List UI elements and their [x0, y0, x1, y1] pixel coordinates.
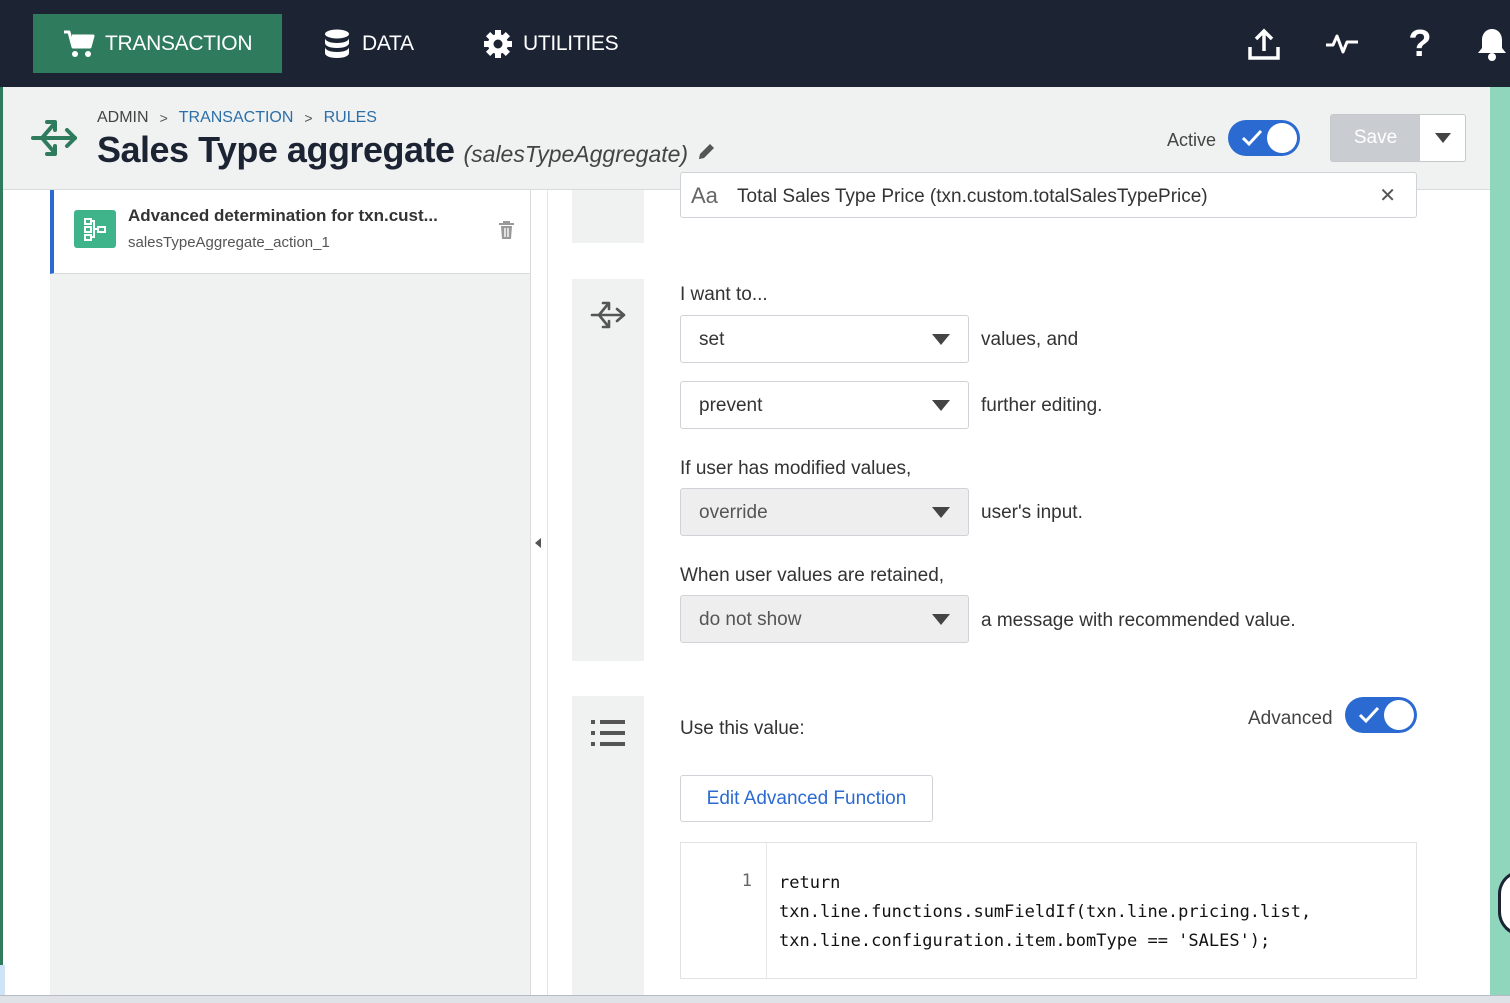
- active-label: Active: [1167, 130, 1217, 150]
- action-variable: salesTypeAggregate_action_1: [128, 234, 330, 251]
- section-gutter: [572, 190, 644, 243]
- breadcrumb-transaction[interactable]: TRANSACTION: [179, 109, 294, 127]
- activity-icon[interactable]: [1322, 24, 1362, 64]
- text-type-icon: Aa: [691, 183, 718, 208]
- rule-action-icon: [590, 301, 626, 329]
- page-title: Sales Type aggregate: [97, 129, 455, 170]
- caret-left-icon: [534, 538, 541, 548]
- nav-data[interactable]: DATA: [322, 14, 414, 73]
- bell-icon[interactable]: [1472, 24, 1510, 64]
- override-suffix: user's input.: [981, 502, 1083, 523]
- action-select[interactable]: set: [680, 315, 969, 363]
- want-label: I want to...: [680, 284, 768, 305]
- caret-down-icon: [932, 507, 950, 518]
- save-button-group: Save: [1330, 114, 1466, 162]
- breadcrumb-separator: >: [159, 110, 168, 126]
- target-field-value: Total Sales Type Price (txn.custom.total…: [737, 186, 1208, 207]
- breadcrumb-separator: >: [304, 110, 313, 126]
- advanced-determination-icon: [74, 210, 116, 248]
- divider: [547, 190, 548, 995]
- line-number: 1: [741, 871, 752, 891]
- message-select-value: do not show: [699, 609, 802, 630]
- use-value-label: Use this value:: [680, 718, 805, 739]
- caret-down-icon: [932, 334, 950, 345]
- section-gutter: [572, 696, 644, 995]
- nav-utilities[interactable]: UTILITIES: [483, 14, 619, 73]
- breadcrumb-rules[interactable]: RULES: [324, 109, 377, 127]
- nav-utilities-label: UTILITIES: [523, 31, 619, 55]
- breadcrumb-admin[interactable]: ADMIN: [97, 109, 149, 127]
- nav-transaction[interactable]: TRANSACTION: [33, 14, 282, 73]
- override-select-value: override: [699, 502, 768, 523]
- edit-advanced-function-button[interactable]: Edit Advanced Function: [680, 775, 933, 822]
- left-accent-bar: [0, 87, 3, 1003]
- override-select[interactable]: override: [680, 488, 969, 536]
- action-title: Advanced determination for txn.cust...: [128, 206, 438, 225]
- caret-down-icon: [932, 400, 950, 411]
- check-icon: [1358, 706, 1380, 724]
- editing-select[interactable]: prevent: [680, 381, 969, 429]
- help-icon[interactable]: ?: [1400, 23, 1440, 65]
- editing-select-value: prevent: [699, 395, 763, 416]
- code-text: return txn.line.functions.sumFieldIf(txn…: [779, 873, 1312, 951]
- action-suffix: values, and: [981, 329, 1079, 350]
- variable-name: (salesTypeAggregate): [463, 141, 689, 167]
- editing-suffix: further editing.: [981, 395, 1103, 416]
- check-icon: [1241, 129, 1263, 147]
- actions-panel: Advanced determination for txn.cust... s…: [50, 190, 531, 995]
- code-line-gutter: 1: [681, 843, 767, 978]
- toggle-knob: [1267, 123, 1297, 153]
- nav-transaction-label: TRANSACTION: [105, 31, 253, 55]
- upload-icon[interactable]: [1244, 24, 1284, 64]
- top-nav: TRANSACTION DATA UTILITIES ?: [0, 0, 1510, 87]
- database-icon: [325, 29, 349, 58]
- active-toggle[interactable]: [1228, 120, 1300, 156]
- rule-icon: [30, 114, 78, 167]
- list-icon: [591, 720, 625, 746]
- action-select-value: set: [699, 329, 725, 350]
- bottom-border: [0, 995, 1510, 1003]
- breadcrumb: ADMIN > TRANSACTION > RULES: [97, 109, 377, 127]
- left-edge-strip: [0, 965, 5, 995]
- pencil-icon[interactable]: [696, 142, 716, 167]
- right-accent-bar: [1490, 87, 1510, 1003]
- save-menu-button[interactable]: [1420, 115, 1465, 161]
- save-button[interactable]: Save: [1331, 115, 1420, 161]
- section-gutter: [572, 279, 644, 661]
- message-select[interactable]: do not show: [680, 595, 969, 643]
- caret-down-icon: [1434, 133, 1451, 143]
- gear-icon: [484, 29, 512, 58]
- collapse-panel-handle[interactable]: [533, 535, 543, 551]
- cart-icon: [64, 30, 95, 57]
- caret-down-icon: [932, 614, 950, 625]
- advanced-label: Advanced: [1248, 708, 1333, 729]
- toggle-knob: [1384, 700, 1414, 730]
- page-title-row: Sales Type aggregate (salesTypeAggregate…: [97, 129, 716, 171]
- action-list-item[interactable]: Advanced determination for txn.cust... s…: [50, 190, 530, 274]
- clear-icon[interactable]: ✕: [1379, 183, 1396, 208]
- trash-icon[interactable]: [498, 220, 515, 245]
- code-editor[interactable]: 1 return txn.line.functions.sumFieldIf(t…: [680, 842, 1417, 979]
- target-field-input[interactable]: Aa Total Sales Type Price (txn.custom.to…: [680, 172, 1417, 218]
- retained-label: When user values are retained,: [680, 565, 945, 586]
- nav-data-label: DATA: [362, 31, 414, 55]
- message-suffix: a message with recommended value.: [981, 610, 1296, 631]
- advanced-toggle[interactable]: [1345, 697, 1417, 733]
- modified-label: If user has modified values,: [680, 458, 912, 479]
